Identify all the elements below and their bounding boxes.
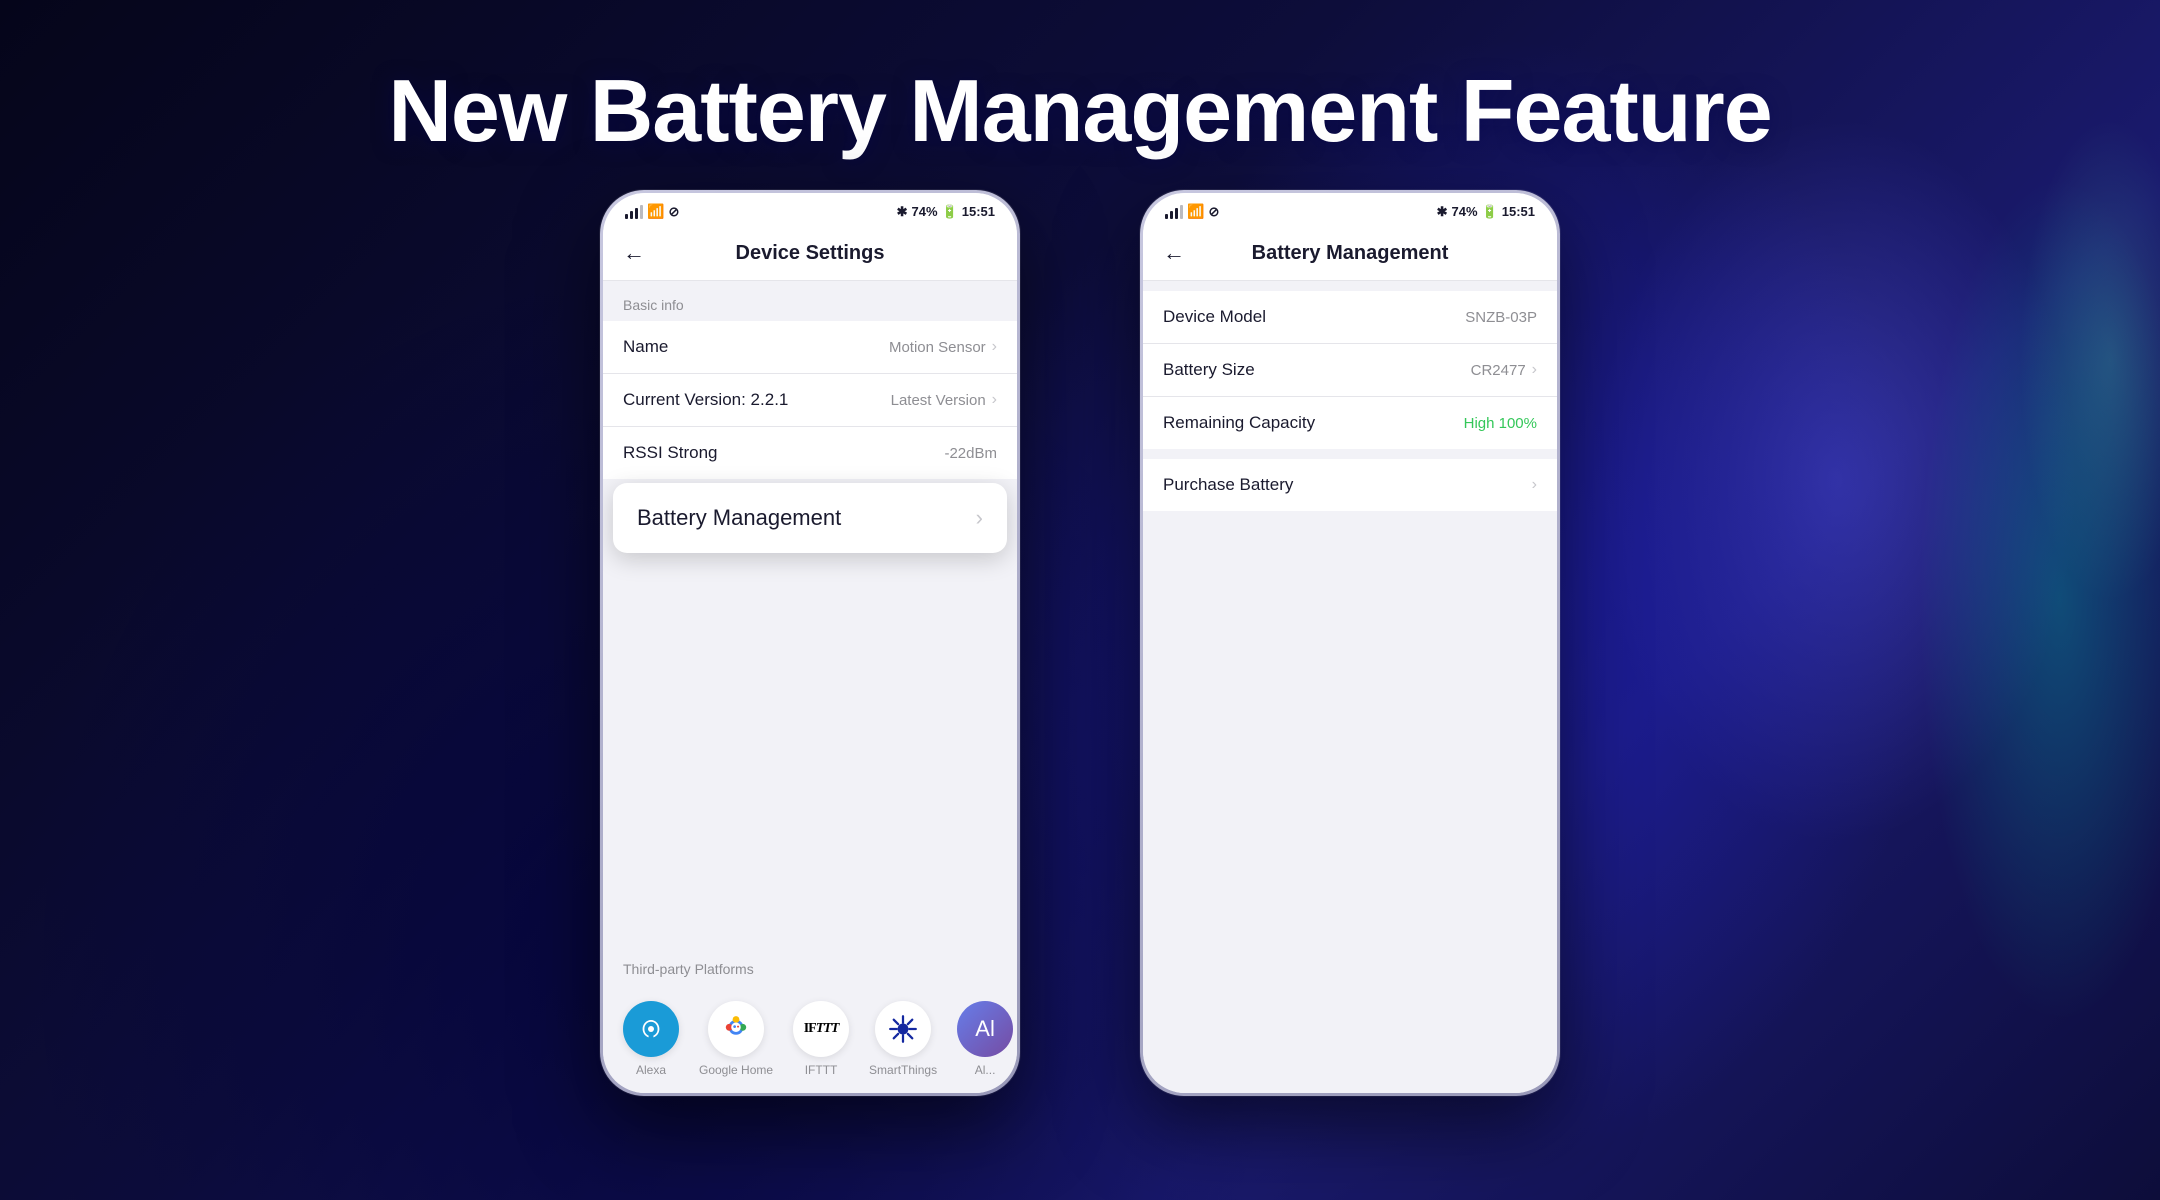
remaining-capacity-row: Remaining Capacity High 100% xyxy=(1143,397,1557,449)
no-sim-icon: ⊘ xyxy=(668,204,679,220)
right-battery-percent: 74% xyxy=(1452,204,1478,219)
right-no-sim-icon: ⊘ xyxy=(1208,204,1219,220)
battery-bar: 🔋 xyxy=(942,204,958,220)
partial-platform: Al Al... xyxy=(957,1001,1013,1077)
google-home-platform[interactable]: Google Home xyxy=(699,1001,773,1077)
google-svg xyxy=(719,1012,753,1046)
third-party-label: Third-party Platforms xyxy=(603,945,1017,985)
device-model-label: Device Model xyxy=(1163,307,1266,327)
right-status-right: ✱ 74% 🔋 15:51 xyxy=(1437,204,1535,220)
platform-icons-list: Alexa xyxy=(603,985,1017,1093)
battery-size-chevron: › xyxy=(1532,361,1537,379)
right-wifi-icon: 📶 xyxy=(1187,203,1204,220)
battery-mgmt-content: Device Model SNZB-03P Battery Size CR247… xyxy=(1143,291,1557,1093)
left-screen-title: Device Settings xyxy=(661,242,959,265)
smartthings-svg xyxy=(887,1013,919,1045)
ifttt-label: IFTTT xyxy=(805,1063,838,1077)
device-model-row: Device Model SNZB-03P xyxy=(1143,291,1557,344)
rssi-value: -22dBm xyxy=(944,445,997,462)
battery-management-row[interactable]: Battery Management › xyxy=(613,483,1007,553)
right-screen-title: Battery Management xyxy=(1201,242,1499,265)
ifttt-icon: IFTTT xyxy=(793,1001,849,1057)
wifi-icon: 📶 xyxy=(647,203,664,220)
battery-percent: 74% xyxy=(912,204,938,219)
right-status-left: 📶 ⊘ xyxy=(1165,203,1219,220)
left-phone: 📶 ⊘ ✱ 74% 🔋 15:51 ← Device Settings Basi… xyxy=(600,190,1020,1096)
device-model-value: SNZB-03P xyxy=(1465,309,1537,326)
rssi-row[interactable]: RSSI Strong -22dBm xyxy=(603,427,1017,479)
smartthings-platform[interactable]: SmartThings xyxy=(869,1001,937,1077)
battery-rows-card: Device Model SNZB-03P Battery Size CR247… xyxy=(1143,291,1557,449)
name-label: Name xyxy=(623,337,668,357)
smartthings-icon xyxy=(875,1001,931,1057)
ifttt-platform[interactable]: IFTTT IFTTT xyxy=(793,1001,849,1077)
remaining-capacity-value: High 100% xyxy=(1464,415,1537,432)
version-label: Current Version: 2.2.1 xyxy=(623,390,788,410)
third-party-section: Third-party Platforms Alexa xyxy=(603,945,1017,1093)
left-status-right: ✱ 74% 🔋 15:51 xyxy=(897,204,995,220)
phones-wrapper: 📶 ⊘ ✱ 74% 🔋 15:51 ← Device Settings Basi… xyxy=(0,190,2160,1096)
alexa-label: Alexa xyxy=(636,1063,666,1077)
right-battery-bar: 🔋 xyxy=(1482,204,1498,220)
purchase-battery-label: Purchase Battery xyxy=(1163,475,1293,495)
left-status-left: 📶 ⊘ xyxy=(625,203,679,220)
battery-mgmt-label: Battery Management xyxy=(637,505,841,531)
battery-mgmt-chevron: › xyxy=(976,505,983,531)
alexa-svg xyxy=(636,1014,666,1044)
right-phone: 📶 ⊘ ✱ 74% 🔋 15:51 ← Battery Management xyxy=(1140,190,1560,1096)
name-chevron: › xyxy=(992,338,997,356)
left-status-bar: 📶 ⊘ ✱ 74% 🔋 15:51 xyxy=(603,193,1017,226)
signal-bars xyxy=(625,205,643,219)
version-row[interactable]: Current Version: 2.2.1 Latest Version › xyxy=(603,374,1017,427)
time: 15:51 xyxy=(962,204,995,219)
right-phone-screen: 📶 ⊘ ✱ 74% 🔋 15:51 ← Battery Management xyxy=(1143,193,1557,1093)
version-value: Latest Version › xyxy=(891,391,997,409)
right-signal-bars xyxy=(1165,205,1183,219)
right-status-bar: 📶 ⊘ ✱ 74% 🔋 15:51 xyxy=(1143,193,1557,226)
purchase-battery-card: Purchase Battery › xyxy=(1143,459,1557,511)
remaining-capacity-label: Remaining Capacity xyxy=(1163,413,1315,433)
purchase-battery-row[interactable]: Purchase Battery › xyxy=(1143,459,1557,511)
battery-size-row[interactable]: Battery Size CR2477 › xyxy=(1143,344,1557,397)
battery-size-value: CR2477 › xyxy=(1471,361,1537,379)
version-chevron: › xyxy=(992,391,997,409)
page-heading: New Battery Management Feature xyxy=(0,60,2160,162)
partial-icon: Al xyxy=(957,1001,1013,1057)
google-home-label: Google Home xyxy=(699,1063,773,1077)
name-row[interactable]: Name Motion Sensor › xyxy=(603,321,1017,374)
left-settings-list: Name Motion Sensor › Current Version: 2.… xyxy=(603,321,1017,479)
rssi-label: RSSI Strong xyxy=(623,443,718,463)
smartthings-label: SmartThings xyxy=(869,1063,937,1077)
right-back-button[interactable]: ← xyxy=(1163,240,1185,266)
google-home-icon xyxy=(708,1001,764,1057)
left-nav-bar: ← Device Settings xyxy=(603,226,1017,281)
right-time: 15:51 xyxy=(1502,204,1535,219)
left-back-button[interactable]: ← xyxy=(623,240,645,266)
battery-size-label: Battery Size xyxy=(1163,360,1255,380)
partial-label: Al... xyxy=(975,1063,996,1077)
purchase-chevron: › xyxy=(1532,476,1537,494)
ifttt-text: IFTTT xyxy=(804,1021,839,1037)
left-phone-screen: 📶 ⊘ ✱ 74% 🔋 15:51 ← Device Settings Basi… xyxy=(603,193,1017,1093)
alexa-icon xyxy=(623,1001,679,1057)
purchase-battery-chevron: › xyxy=(1528,476,1537,494)
partial-text: Al xyxy=(975,1016,995,1042)
basic-info-label: Basic info xyxy=(603,281,1017,321)
alexa-platform[interactable]: Alexa xyxy=(623,1001,679,1077)
right-bluetooth-icon: ✱ xyxy=(1437,204,1448,220)
name-value: Motion Sensor › xyxy=(889,338,997,356)
right-nav-bar: ← Battery Management xyxy=(1143,226,1557,281)
bluetooth-icon: ✱ xyxy=(897,204,908,220)
